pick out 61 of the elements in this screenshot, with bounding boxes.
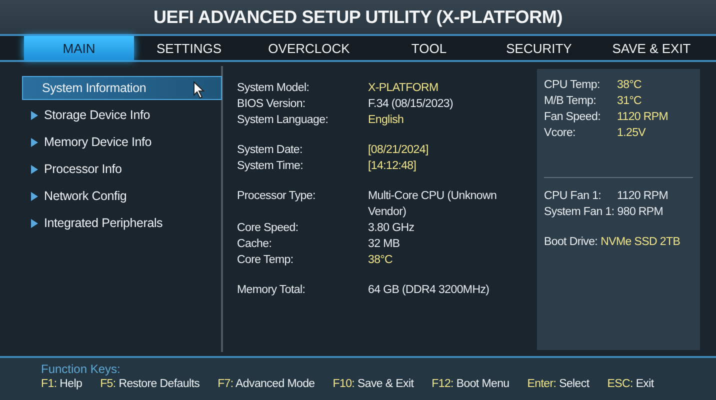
key-hint: F12: Boot Menu	[432, 377, 510, 392]
tab[interactable]: SECURITY	[484, 36, 594, 60]
key-hint: ESC: Exit	[607, 377, 654, 392]
sidebar-item[interactable]: Network Config	[22, 184, 222, 208]
key-hint: Enter: Select	[527, 377, 590, 392]
field-label: BIOS Version:	[237, 97, 306, 112]
field-label: System Date:	[237, 143, 304, 158]
footer-title: Function Keys:	[41, 362, 122, 376]
tab[interactable]: MAIN	[24, 36, 134, 60]
triangle-icon	[31, 192, 38, 200]
field-label: Core Speed:	[237, 221, 300, 236]
field-value: 31°C	[617, 94, 642, 109]
tab[interactable]: SETTINGS	[134, 36, 244, 60]
field-value: 980 RPM	[617, 205, 664, 220]
cursor-icon	[193, 81, 205, 99]
field-value: 1.25V	[617, 126, 646, 141]
field-label: Boot Drive:	[544, 235, 598, 250]
field-value: English	[368, 113, 404, 128]
field-value: 1120 RPM	[617, 189, 668, 204]
field-label: Memory Total:	[237, 283, 306, 298]
tab[interactable]: SAVE & EXIT	[594, 36, 709, 60]
field-value: 38°C	[368, 253, 392, 268]
field-label: Cache:	[237, 237, 273, 252]
field-label: CPU Temp:	[544, 78, 601, 93]
field-value: F.34 (08/15/2023)	[368, 97, 454, 112]
field-label: CPU Fan 1:	[544, 189, 602, 204]
field-label: Fan Speed:	[544, 110, 602, 125]
field-value: 38°C	[617, 78, 642, 93]
sidebar-item[interactable]: System Information	[22, 76, 222, 100]
sidebar-item[interactable]: Processor Info	[22, 157, 222, 181]
triangle-icon	[31, 218, 38, 228]
field-label: M/B Temp:	[544, 94, 598, 109]
tab[interactable]: TOOL	[374, 36, 484, 60]
field-value: X-PLATFORM	[368, 81, 438, 96]
sidebar-item[interactable]: Integrated Peripherals	[22, 211, 222, 235]
sidebar-item[interactable]: Memory Device Info	[22, 130, 222, 154]
field-label: System Model:	[237, 81, 310, 96]
key-hint: F5: Restore Defaults	[100, 377, 200, 392]
sidebar-item[interactable]: Storage Device Info	[22, 103, 222, 127]
field-label: System Language:	[237, 113, 330, 128]
field-value: Multi-Core CPU (Unknown Vendor)	[368, 189, 498, 220]
field-value: 3.80 GHz	[368, 221, 414, 236]
field-label: System Time:	[237, 159, 304, 174]
triangle-icon	[31, 110, 38, 120]
triangle-icon	[31, 164, 38, 174]
key-hint: F10: Save & Exit	[332, 377, 414, 392]
key-hint: F7: Advanced Mode	[218, 377, 315, 392]
tab[interactable]: OVERCLOCK	[244, 36, 374, 60]
field-label: Processor Type:	[237, 189, 316, 204]
field-value: 64 GB (DDR4 3200MHz)	[368, 283, 490, 298]
key-hint: F1: Help	[41, 377, 82, 392]
field-label: System Fan 1:	[544, 205, 614, 220]
triangle-icon	[31, 138, 38, 146]
field-value: [14:12:48]	[368, 159, 416, 174]
field-value: [08/21/2024]	[368, 143, 428, 158]
field-value: 1120 RPM	[617, 110, 668, 125]
field-value: 32 MB	[368, 237, 400, 252]
window-title: UEFI ADVANCED SETUP UTILITY (X-PLATFORM)	[154, 6, 562, 28]
field-label: Core Temp:	[237, 253, 294, 268]
field-value: NVMe SSD 2TB	[600, 235, 680, 250]
field-label: Vcore:	[544, 126, 576, 141]
